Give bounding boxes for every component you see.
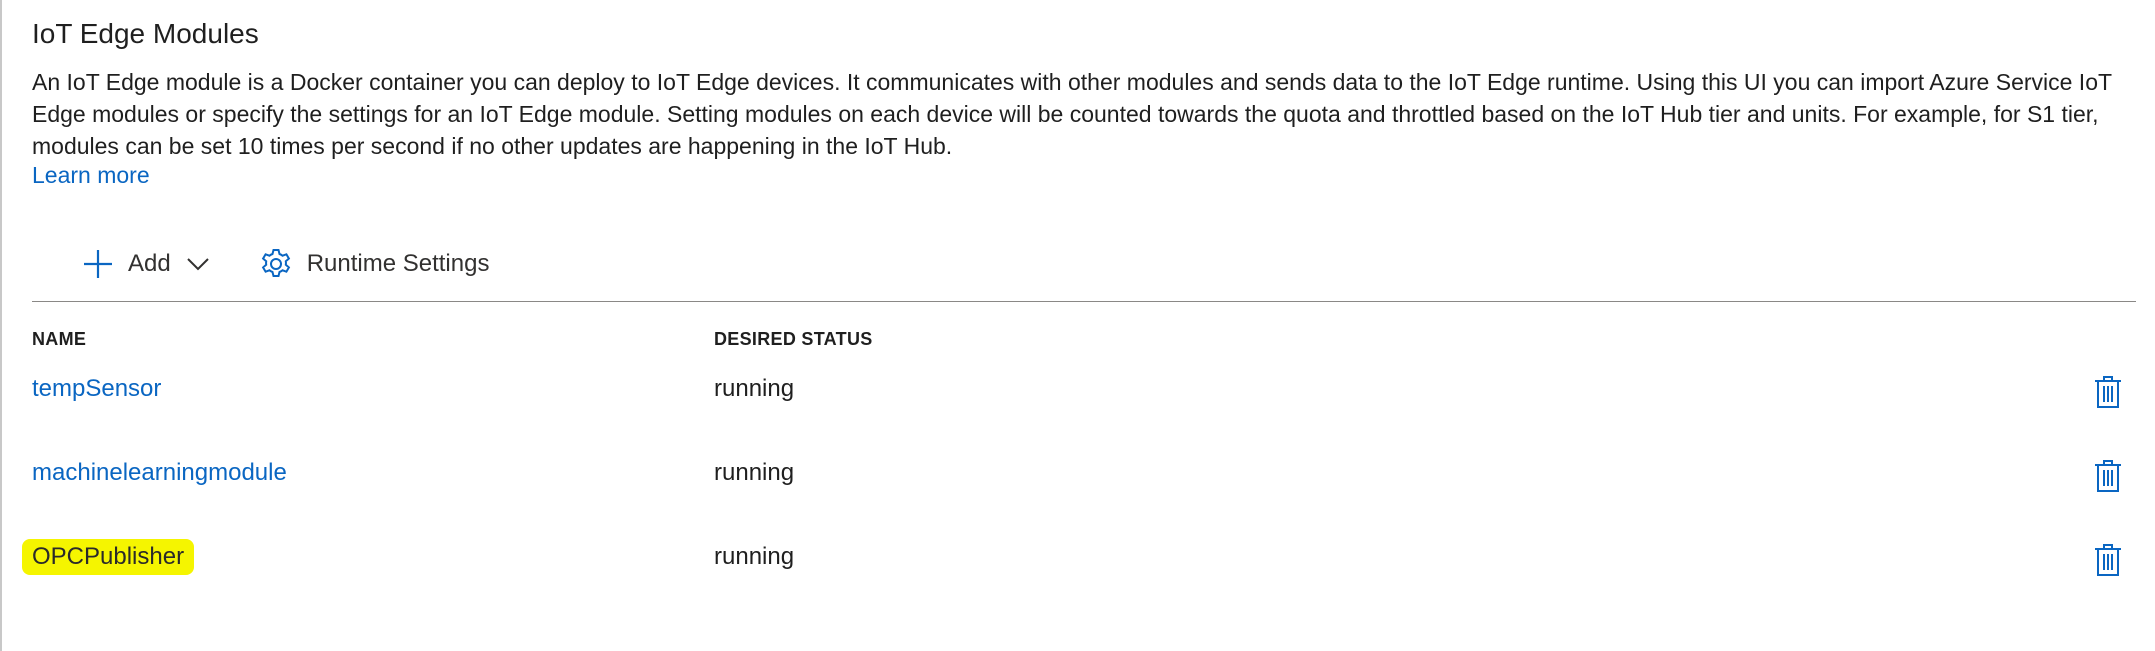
column-header-name: NAME — [32, 329, 87, 349]
toolbar: Add Runtime Settings — [82, 244, 489, 284]
runtime-settings-button[interactable]: Runtime Settings — [259, 247, 490, 281]
trash-icon[interactable] — [2094, 543, 2122, 582]
module-name-link-highlighted[interactable]: OPCPublisher — [22, 539, 195, 575]
trash-icon[interactable] — [2094, 459, 2122, 498]
module-name-link[interactable]: tempSensor — [32, 375, 161, 403]
trash-icon[interactable] — [2094, 375, 2122, 414]
module-status: running — [714, 543, 795, 570]
add-label: Add — [128, 250, 171, 277]
gear-icon — [259, 247, 293, 281]
column-header-desired-status: DESIRED STATUS — [714, 329, 873, 349]
chevron-down-icon[interactable] — [186, 257, 209, 271]
module-status: running — [714, 375, 795, 402]
runtime-settings-label: Runtime Settings — [306, 250, 490, 277]
table-row: machinelearningmodule running — [0, 459, 2155, 519]
module-name-link[interactable]: machinelearningmodule — [32, 459, 287, 487]
table-row: tempSensor running — [0, 375, 2155, 435]
add-button[interactable]: Add — [82, 248, 209, 280]
page-title: IoT Edge Modules — [32, 18, 259, 49]
learn-more-link[interactable]: Learn more — [32, 162, 150, 189]
table-row: OPCPublisher running — [0, 539, 2155, 603]
toolbar-divider — [32, 301, 2136, 302]
module-status: running — [714, 459, 795, 486]
page-description: An IoT Edge module is a Docker container… — [32, 69, 2112, 159]
plus-icon — [82, 248, 114, 280]
